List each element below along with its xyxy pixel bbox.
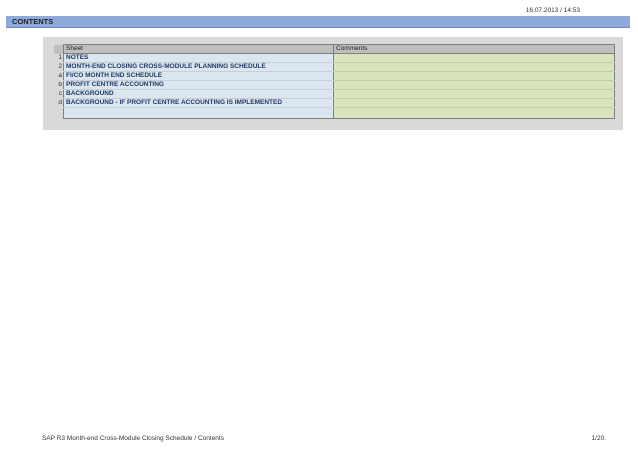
comment-cell[interactable] [333,80,615,90]
sheet-link-background-pca[interactable]: BACKGROUND - IF PROFIT CENTRE ACCOUNTING… [63,98,334,108]
row-index: 1 [54,53,64,63]
row-index: 2 [54,62,64,72]
contents-table: Sheet Comments 1 NOTES 2 MONTH-END CLOSI… [54,44,615,119]
sheet-link-background[interactable]: BACKGROUND [63,89,334,99]
sheet-link-notes[interactable]: NOTES [63,53,334,63]
table-row: c BACKGROUND [54,89,615,99]
table-row: a FI/CO MONTH END SCHEDULE [54,71,615,81]
row-index-empty [54,107,64,119]
footer-page-number: 1/20. [591,435,606,442]
row-index: d [54,98,64,108]
table-row: d BACKGROUND - IF PROFIT CENTRE ACCOUNTI… [54,98,615,108]
comment-cell[interactable] [333,62,615,72]
page-title: CONTENTS [12,17,54,26]
comment-cell-empty[interactable] [333,107,615,119]
table-row: b PROFIT CENTRE ACCOUNTING [54,80,615,90]
sheet-column-header: Sheet [63,44,334,54]
title-bar: CONTENTS [6,16,630,28]
comment-cell[interactable] [333,89,615,99]
sheet-cell-empty[interactable] [63,107,334,119]
table-row: 2 MONTH-END CLOSING CROSS-MODULE PLANNIN… [54,62,615,72]
comments-column-header: Comments [333,44,615,54]
row-index: a [54,71,64,81]
comment-cell[interactable] [333,71,615,81]
table-row: 1 NOTES [54,53,615,63]
row-index: c [54,89,64,99]
table-row-empty [54,107,615,119]
index-header-cell [54,44,64,54]
row-index: b [54,80,64,90]
table-header-row: Sheet Comments [54,44,615,54]
sheet-link-profit-centre[interactable]: PROFIT CENTRE ACCOUNTING [63,80,334,90]
print-timestamp: 16.07.2013 / 14:53 [525,7,580,14]
sheet-link-month-end-closing[interactable]: MONTH-END CLOSING CROSS-MODULE PLANNING … [63,62,334,72]
comment-cell[interactable] [333,53,615,63]
comment-cell[interactable] [333,98,615,108]
sheet-link-fico-schedule[interactable]: FI/CO MONTH END SCHEDULE [63,71,334,81]
footer-document-title: SAP R3 Month-end Cross-Module Closing Sc… [42,435,224,442]
